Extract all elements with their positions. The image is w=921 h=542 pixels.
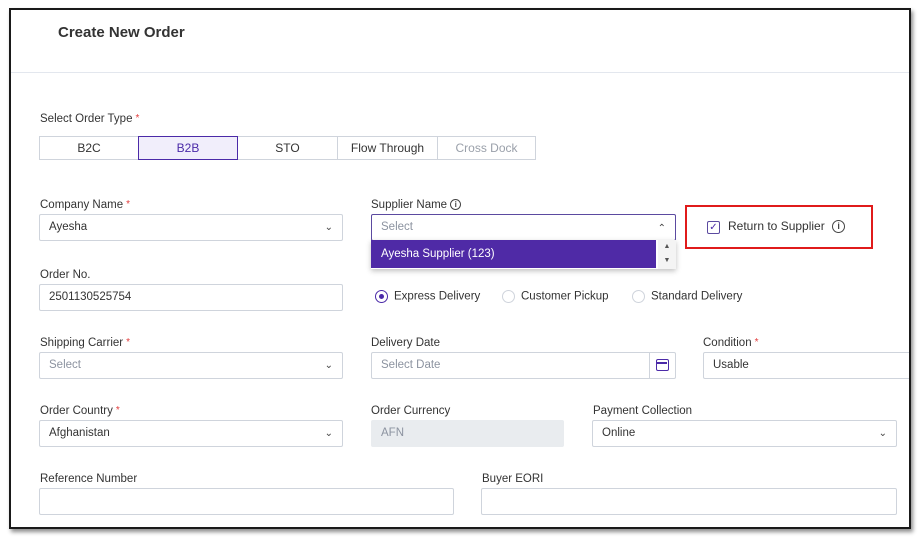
order-type-sto[interactable]: STO <box>237 136 338 160</box>
supplier-option[interactable]: Ayesha Supplier (123) <box>371 240 656 268</box>
chevron-down-icon: ⌄ <box>878 428 887 439</box>
order-no-input[interactable]: 2501130525754 <box>39 284 343 311</box>
chevron-down-icon: ⌄ <box>324 360 333 371</box>
order-currency-label: Order Currency <box>371 405 451 417</box>
buyer-eori-input[interactable] <box>481 488 897 515</box>
order-country-select[interactable]: Afghanistan ⌄ <box>39 420 343 447</box>
radio-unselected-icon <box>632 290 645 303</box>
order-country-label: Order Country * <box>40 405 120 417</box>
required-marker: * <box>126 199 130 210</box>
shipping-carrier-select[interactable]: Select ⌄ <box>39 352 343 379</box>
scroll-down-icon[interactable]: ▼ <box>658 254 676 268</box>
company-name-value: Ayesha <box>49 221 88 233</box>
order-type-flow-through[interactable]: Flow Through <box>337 136 438 160</box>
order-type-b2b[interactable]: B2B <box>138 136 238 160</box>
order-type-cross-dock[interactable]: Cross Dock <box>437 136 536 160</box>
reference-number-label: Reference Number <box>40 473 138 485</box>
delivery-date-label: Delivery Date <box>371 337 441 349</box>
page-header: Create New Order <box>11 10 909 73</box>
shipping-carrier-label: Shipping Carrier * <box>40 337 131 349</box>
required-marker: * <box>115 405 120 416</box>
supplier-name-label: Supplier Name i <box>371 199 462 211</box>
return-to-supplier-highlight: ✓ Return to Supplier i <box>685 205 873 249</box>
order-no-label: Order No. <box>40 269 91 281</box>
info-icon[interactable]: i <box>832 220 846 234</box>
payment-collection-value: Online <box>602 427 636 439</box>
radio-customer-pickup[interactable]: Customer Pickup <box>502 290 609 303</box>
company-name-label: Company Name * <box>40 199 130 211</box>
return-to-supplier-label: Return to Supplier i <box>728 219 846 234</box>
supplier-dropdown-list: Ayesha Supplier (123) ▲ ▼ <box>371 240 676 269</box>
order-type-selector: B2C B2B STO Flow Through Cross Dock <box>39 136 536 160</box>
delivery-date-placeholder: Select Date <box>381 359 441 371</box>
radio-standard-delivery[interactable]: Standard Delivery <box>632 290 742 303</box>
reference-number-input[interactable] <box>39 488 454 515</box>
delivery-date-input[interactable]: Select Date <box>371 352 676 379</box>
shipping-carrier-placeholder: Select <box>49 359 81 371</box>
supplier-name-select[interactable]: Select ⌃ <box>371 214 676 241</box>
page-title: Create New Order <box>58 24 185 41</box>
info-icon[interactable]: i <box>450 199 462 211</box>
chevron-up-icon: ⌃ <box>657 223 666 234</box>
radio-express-delivery[interactable]: Express Delivery <box>375 290 480 303</box>
order-type-b2c[interactable]: B2C <box>39 136 139 160</box>
create-order-window: Create New Order Select Order Type * B2C … <box>9 8 911 529</box>
company-name-select[interactable]: Ayesha ⌄ <box>39 214 343 241</box>
required-marker: * <box>135 113 140 124</box>
payment-collection-select[interactable]: Online ⌄ <box>592 420 897 447</box>
condition-select[interactable]: Usable <box>703 352 909 379</box>
radio-selected-icon <box>375 290 388 303</box>
dropdown-scrollbar[interactable]: ▲ ▼ <box>658 240 676 269</box>
required-marker: * <box>754 337 759 348</box>
order-country-value: Afghanistan <box>49 427 110 439</box>
return-to-supplier-checkbox[interactable]: ✓ <box>707 221 720 234</box>
payment-collection-label: Payment Collection <box>593 405 693 417</box>
calendar-icon[interactable] <box>649 353 675 378</box>
condition-label: Condition * <box>703 337 759 349</box>
supplier-name-placeholder: Select <box>381 221 413 233</box>
scroll-up-icon[interactable]: ▲ <box>658 240 676 254</box>
required-marker: * <box>126 337 131 348</box>
chevron-down-icon: ⌄ <box>324 222 333 233</box>
order-currency-input: AFN <box>371 420 564 447</box>
chevron-down-icon: ⌄ <box>324 428 333 439</box>
radio-unselected-icon <box>502 290 515 303</box>
buyer-eori-label: Buyer EORI <box>482 473 544 485</box>
order-type-label: Select Order Type * <box>40 113 140 125</box>
